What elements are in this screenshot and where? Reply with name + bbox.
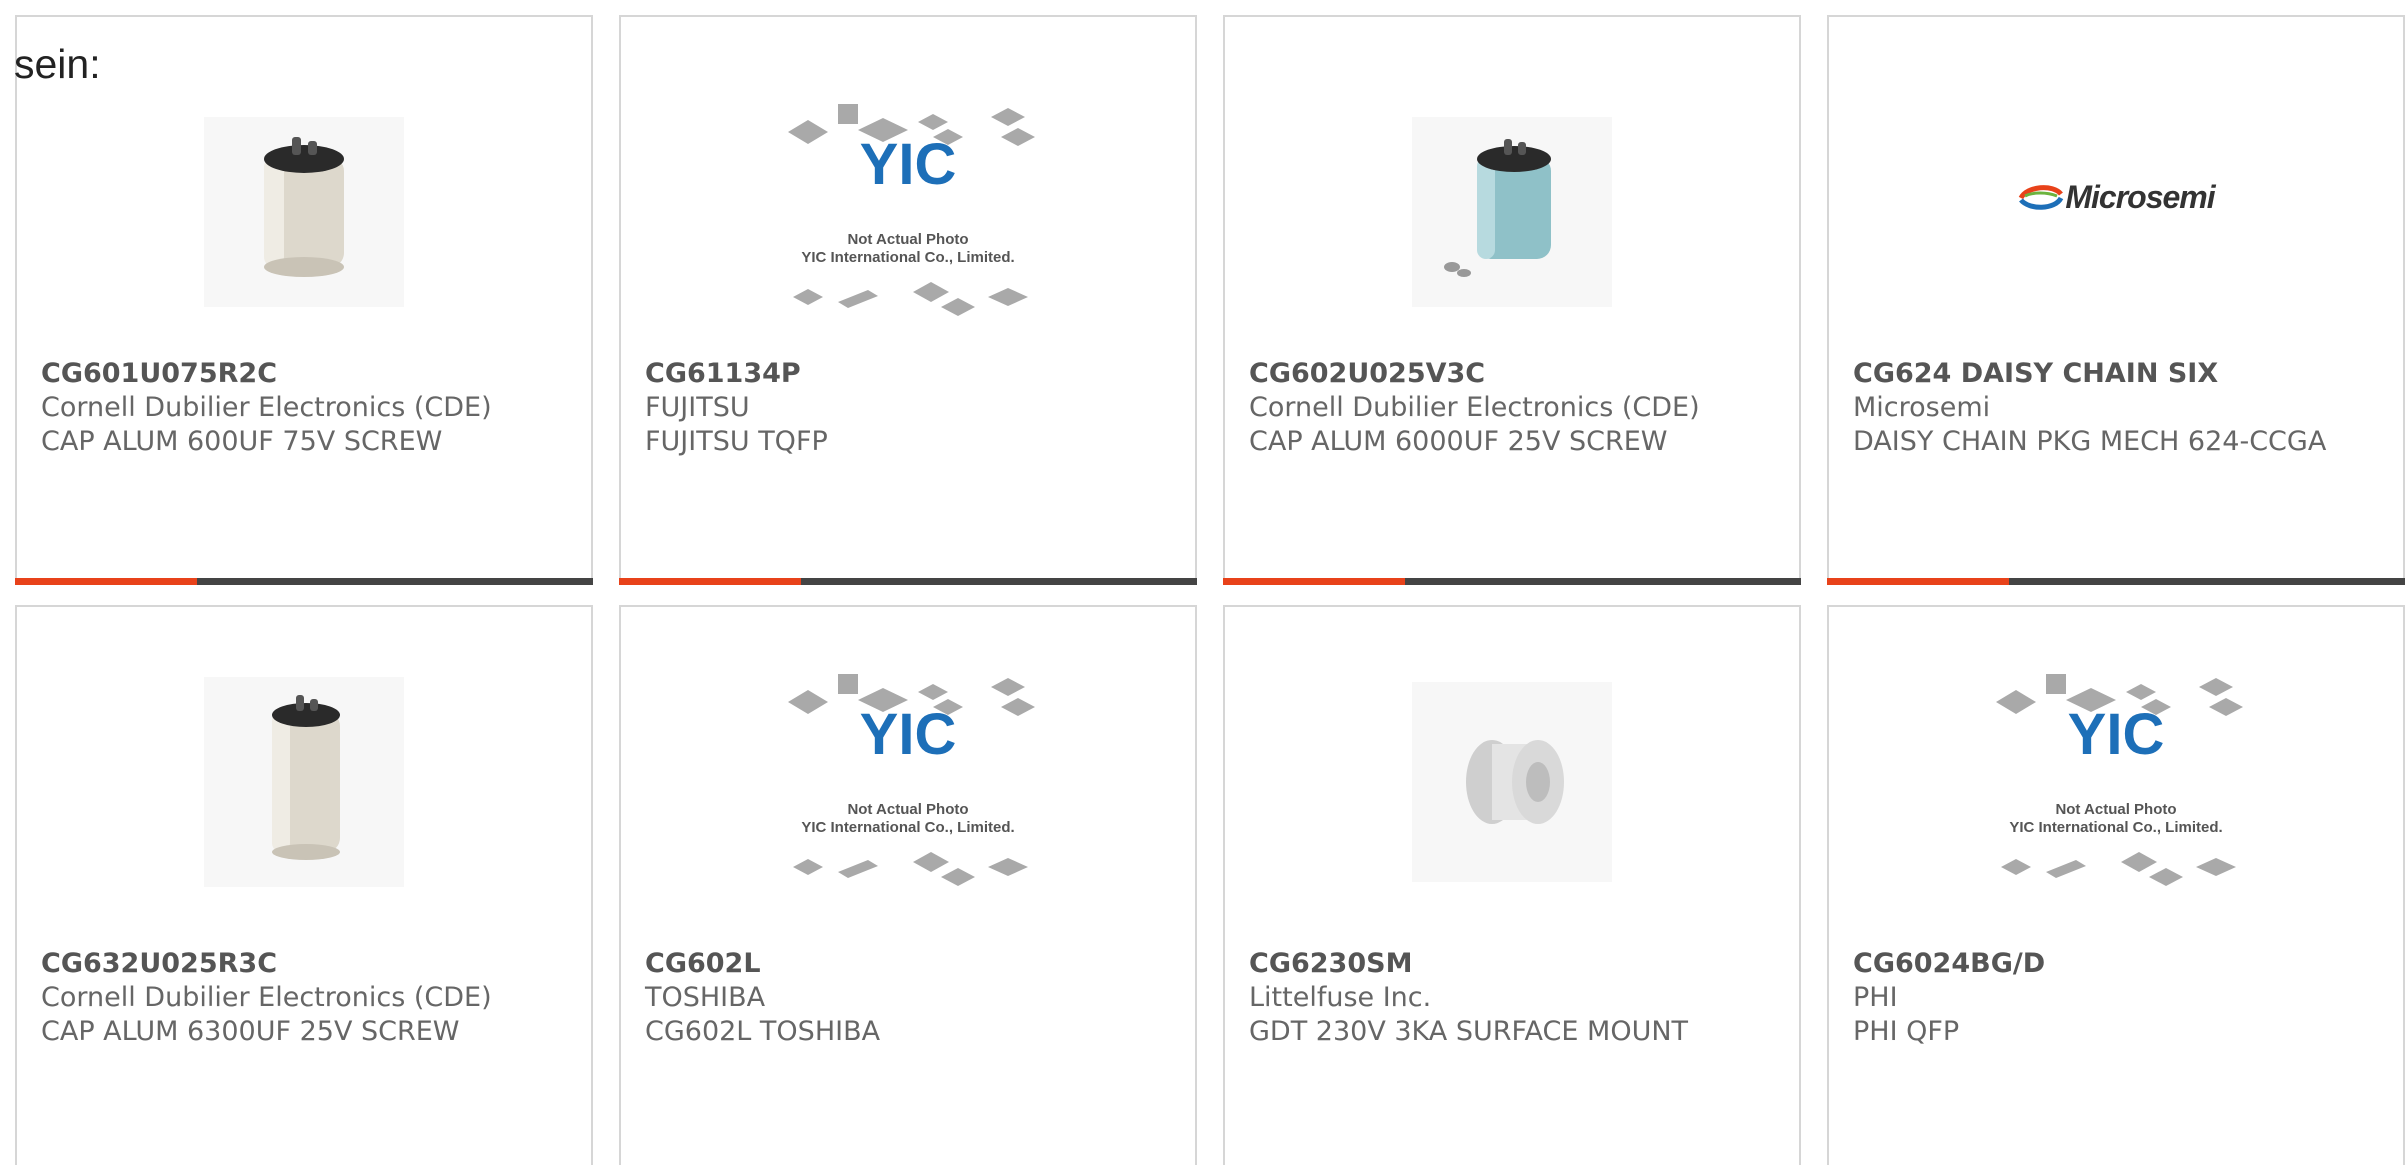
manufacturer: Littelfuse Inc. [1249, 982, 1432, 1013]
product-image[interactable] [17, 647, 591, 917]
capacitor-image [204, 117, 404, 307]
card-bar-accent [1223, 578, 1405, 585]
capacitor-image [1412, 117, 1612, 307]
card-bar-accent [1827, 578, 2009, 585]
microsemi-swirl-icon [2019, 185, 2064, 210]
product-card[interactable]: YIC Not Actual Photo YIC International C… [619, 15, 1197, 585]
product-info: CG601U075R2C Cornell Dubilier Electronic… [41, 357, 567, 459]
product-image[interactable] [1225, 647, 1799, 917]
product-info: CG602L TOSHIBA CG602L TOSHIBA [645, 947, 1171, 1049]
product-card[interactable]: YIC Not Actual Photo YIC International C… [1827, 605, 2405, 1165]
intro-text: sein: [14, 41, 101, 87]
part-number[interactable]: CG624 DAISY CHAIN SIX [1853, 357, 2379, 391]
description: CG602L TOSHIBA [645, 1016, 881, 1047]
yic-logo-text: YIC [860, 132, 957, 197]
manufacturer: FUJITSU [645, 392, 750, 423]
capacitor-image [204, 677, 404, 887]
manufacturer: Cornell Dubilier Electronics (CDE) [41, 392, 492, 423]
product-image[interactable] [17, 77, 591, 347]
part-number[interactable]: CG6230SM [1249, 947, 1775, 981]
yic-placeholder-image: YIC Not Actual Photo YIC International C… [1996, 674, 2243, 886]
description: DAISY CHAIN PKG MECH 624-CCGA [1853, 426, 2327, 457]
manufacturer: Cornell Dubilier Electronics (CDE) [41, 982, 492, 1013]
description: FUJITSU TQFP [645, 426, 828, 457]
placeholder-line-2: YIC International Co., Limited. [801, 249, 1014, 266]
manufacturer: Cornell Dubilier Electronics (CDE) [1249, 392, 1700, 423]
part-number[interactable]: CG61134P [645, 357, 1171, 391]
part-number[interactable]: CG6024BG/D [1853, 947, 2379, 981]
product-info: CG6024BG/D PHI PHI QFP [1853, 947, 2379, 1049]
part-number[interactable]: CG601U075R2C [41, 357, 567, 391]
product-image[interactable]: Microsemi [1829, 147, 2403, 247]
manufacturer: Microsemi [1853, 392, 1991, 423]
yic-placeholder-image: YIC Not Actual Photo YIC International C… [788, 104, 1035, 316]
product-grid: CG601U075R2C Cornell Dubilier Electronic… [0, 0, 2406, 1165]
product-card[interactable]: CG601U075R2C Cornell Dubilier Electronic… [15, 15, 593, 585]
card-bar [1223, 578, 1801, 585]
product-image[interactable]: YIC Not Actual Photo YIC International C… [1829, 647, 2403, 917]
description: PHI QFP [1853, 1016, 1960, 1047]
product-info: CG6230SM Littelfuse Inc. GDT 230V 3KA SU… [1249, 947, 1775, 1049]
yic-logo-text: YIC [2068, 702, 2165, 767]
product-card[interactable]: YIC Not Actual Photo YIC International C… [619, 605, 1197, 1165]
card-bar [1827, 578, 2405, 585]
yic-placeholder-image: YIC Not Actual Photo YIC International C… [788, 674, 1035, 886]
placeholder-line-1: Not Actual Photo [847, 801, 968, 818]
part-number[interactable]: CG602U025V3C [1249, 357, 1775, 391]
product-image[interactable]: YIC Not Actual Photo YIC International C… [621, 77, 1195, 347]
description: GDT 230V 3KA SURFACE MOUNT [1249, 1016, 1689, 1047]
card-bar-accent [619, 578, 801, 585]
description: CAP ALUM 6000UF 25V SCREW [1249, 426, 1668, 457]
part-number[interactable]: CG632U025R3C [41, 947, 567, 981]
description: CAP ALUM 600UF 75V SCREW [41, 426, 443, 457]
microsemi-logo: Microsemi [2065, 178, 2215, 215]
manufacturer: PHI [1853, 982, 1898, 1013]
product-image[interactable] [1225, 77, 1799, 347]
product-card[interactable]: CG602U025V3C Cornell Dubilier Electronic… [1223, 15, 1801, 585]
product-info: CG632U025R3C Cornell Dubilier Electronic… [41, 947, 567, 1049]
manufacturer: TOSHIBA [645, 982, 766, 1013]
product-info: CG61134P FUJITSU FUJITSU TQFP [645, 357, 1171, 459]
card-bar [15, 578, 593, 585]
yic-logo-text: YIC [860, 702, 957, 767]
product-info: CG602U025V3C Cornell Dubilier Electronic… [1249, 357, 1775, 459]
card-bar-accent [15, 578, 197, 585]
gdt-image [1412, 682, 1612, 882]
product-image[interactable]: YIC Not Actual Photo YIC International C… [621, 647, 1195, 917]
description: CAP ALUM 6300UF 25V SCREW [41, 1016, 460, 1047]
placeholder-line-2: YIC International Co., Limited. [2009, 819, 2222, 836]
product-card[interactable]: CG6230SM Littelfuse Inc. GDT 230V 3KA SU… [1223, 605, 1801, 1165]
product-card[interactable]: CG632U025R3C Cornell Dubilier Electronic… [15, 605, 593, 1165]
product-info: CG624 DAISY CHAIN SIX Microsemi DAISY CH… [1853, 357, 2379, 459]
part-number[interactable]: CG602L [645, 947, 1171, 981]
card-bar [619, 578, 1197, 585]
placeholder-line-1: Not Actual Photo [2055, 801, 2176, 818]
placeholder-line-1: Not Actual Photo [847, 231, 968, 248]
product-card[interactable]: Microsemi CG624 DAISY CHAIN SIX Microsem… [1827, 15, 2405, 585]
placeholder-line-2: YIC International Co., Limited. [801, 819, 1014, 836]
